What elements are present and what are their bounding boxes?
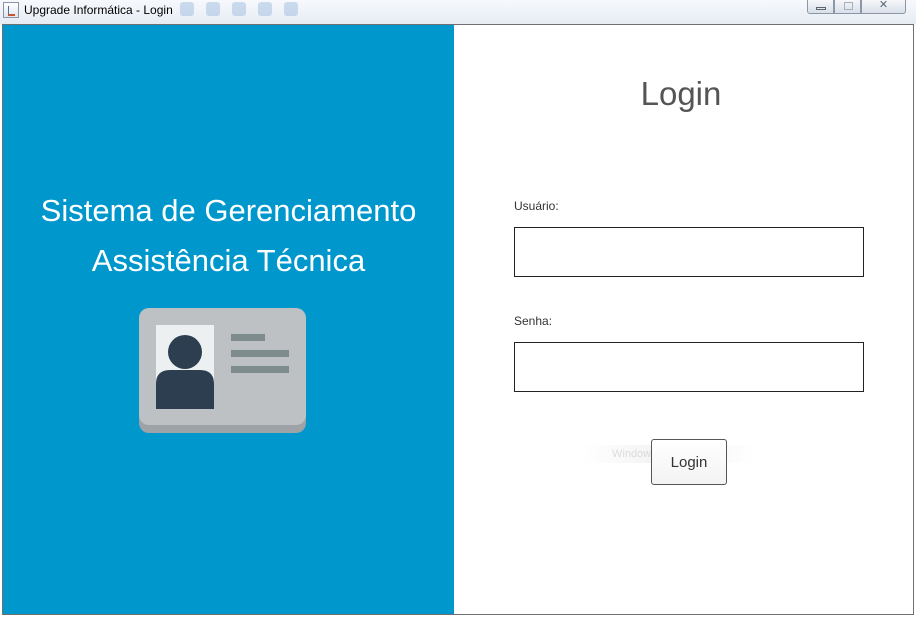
password-label: Senha: (514, 314, 553, 328)
brand-panel: Sistema de Gerenciamento Assistência Téc… (3, 25, 454, 614)
ghost-folder-icon (206, 2, 220, 16)
content-frame: Sistema de Gerenciamento Assistência Téc… (2, 24, 914, 615)
java-app-icon (3, 2, 19, 18)
username-label: Usuário: (514, 199, 559, 213)
ghost-run-icon (232, 2, 246, 16)
login-button[interactable]: Login (651, 439, 727, 485)
ghost-profile-icon (284, 2, 298, 16)
id-card-icon (139, 308, 306, 433)
login-heading: Login (640, 75, 722, 112)
ghost-debug-icon (258, 2, 272, 16)
username-input[interactable] (514, 227, 864, 277)
maximize-button[interactable] (834, 0, 861, 14)
maximize-icon (844, 2, 853, 10)
window-controls: ✕ (807, 0, 906, 14)
close-button[interactable]: ✕ (861, 0, 906, 14)
title-bar[interactable]: Upgrade Informática - Login ✕ (0, 0, 916, 24)
password-input[interactable] (514, 342, 864, 392)
system-title-line-2: Assistência Técnica (91, 243, 366, 278)
login-window: Upgrade Informática - Login ✕ Sistema de… (0, 0, 916, 618)
minimize-button[interactable] (807, 0, 834, 14)
system-title-line-1: Sistema de Gerenciamento (40, 193, 417, 228)
close-icon: ✕ (878, 0, 889, 11)
login-panel: Login Usuário: Senha: Windows Login (454, 25, 913, 614)
minimize-icon (816, 7, 826, 10)
ghost-download-icon (180, 2, 194, 16)
background-toolbar-ghost (180, 2, 298, 20)
window-title: Upgrade Informática - Login (24, 3, 173, 17)
